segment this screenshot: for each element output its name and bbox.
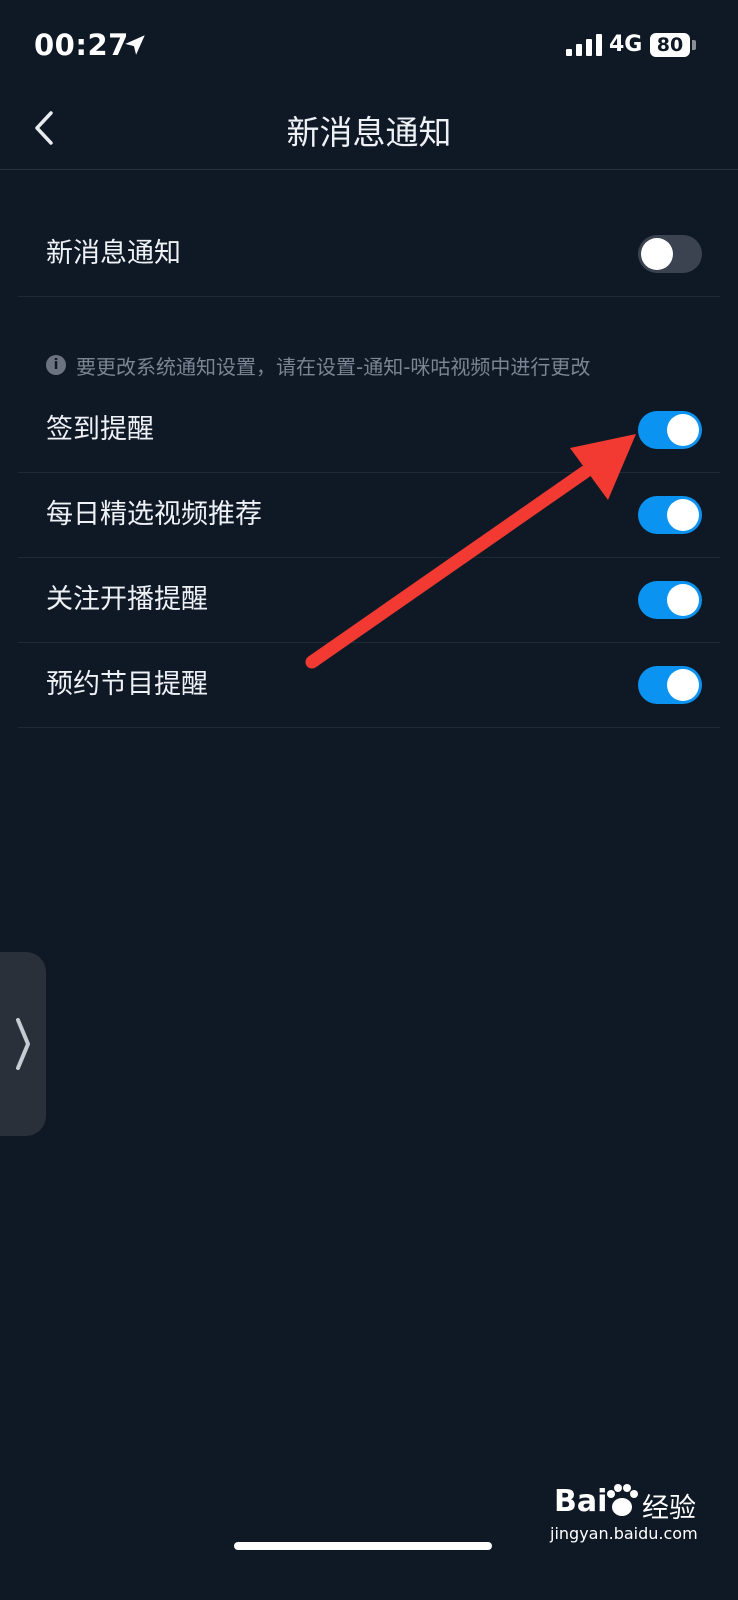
toggle-knob — [667, 414, 699, 446]
location-arrow-icon — [125, 35, 145, 55]
baidu-paw-logo-icon — [607, 1484, 638, 1516]
watermark-brand: Bai — [554, 1484, 608, 1519]
follow-live-reminder-toggle[interactable] — [638, 581, 702, 619]
row-follow-live-reminder: 关注开播提醒 — [18, 558, 720, 643]
cellular-signal-icon — [566, 34, 602, 56]
toggle-knob — [667, 669, 699, 701]
battery-tip — [692, 40, 696, 50]
toggle-knob — [667, 499, 699, 531]
info-icon: i — [46, 355, 66, 375]
row-checkin-reminder: 签到提醒 — [18, 388, 720, 473]
nav-bar: 新消息通知 — [0, 88, 738, 170]
network-type: 4G — [609, 32, 643, 57]
side-drawer-handle[interactable] — [0, 952, 46, 1136]
row-label: 签到提醒 — [46, 414, 154, 445]
chevron-right-icon — [16, 1018, 30, 1070]
hint-text: 要更改系统通知设置，请在设置-通知-咪咕视频中进行更改 — [76, 354, 591, 379]
row-new-message-notification: 新消息通知 — [18, 212, 720, 297]
row-label: 预约节目提醒 — [46, 669, 208, 700]
row-daily-recommendation: 每日精选视频推荐 — [18, 473, 720, 558]
watermark-suffix: 经验 — [642, 1493, 696, 1524]
status-time: 00:27 — [34, 28, 129, 62]
watermark-url: jingyan.baidu.com — [550, 1524, 698, 1543]
row-label: 每日精选视频推荐 — [46, 499, 262, 530]
new-message-notification-toggle[interactable] — [638, 235, 702, 273]
page-title: 新消息通知 — [286, 113, 452, 152]
row-reservation-reminder: 预约节目提醒 — [18, 643, 720, 728]
baidu-jingyan-watermark: Bai 经验 jingyan.baidu.com — [550, 1480, 720, 1550]
status-bar: 00:27 4G 80 — [0, 0, 738, 88]
daily-recommendation-toggle[interactable] — [638, 496, 702, 534]
notification-settings-screen: 00:27 4G 80 新消息通知 新消息通知 i 要更改系统通知设置，请在设置… — [0, 0, 738, 1600]
checkin-reminder-toggle[interactable] — [638, 411, 702, 449]
home-indicator[interactable] — [234, 1542, 492, 1550]
toggle-knob — [667, 584, 699, 616]
battery-icon: 80 — [650, 33, 690, 57]
system-settings-hint: i 要更改系统通知设置，请在设置-通知-咪咕视频中进行更改 — [46, 350, 590, 380]
row-label: 关注开播提醒 — [46, 584, 208, 615]
reservation-reminder-toggle[interactable] — [638, 666, 702, 704]
toggle-knob — [641, 238, 673, 270]
row-label: 新消息通知 — [46, 238, 181, 269]
